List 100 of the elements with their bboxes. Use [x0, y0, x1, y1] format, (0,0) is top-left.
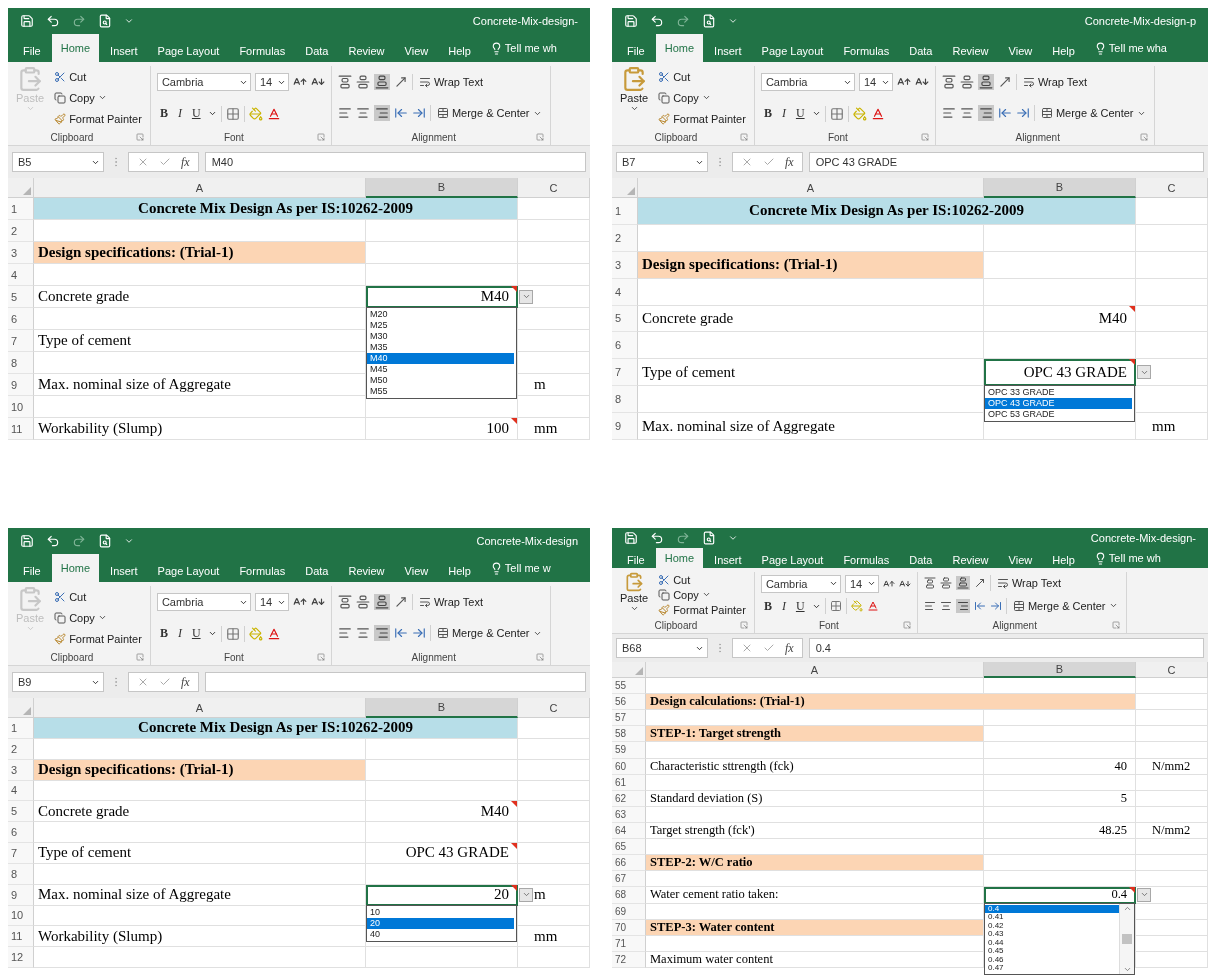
name-box[interactable]: B68	[616, 638, 708, 658]
ribbon-tab[interactable]: Data	[296, 559, 338, 582]
font-name-select[interactable]: Cambria	[760, 73, 855, 92]
align-bottom-button[interactable]	[373, 73, 390, 90]
ribbon-tab[interactable]: Review	[943, 552, 998, 568]
ribbon-tab[interactable]: Page Layout	[752, 39, 833, 62]
ribbon-tab[interactable]: Help	[439, 559, 480, 582]
ribbon-tab[interactable]: Formulas	[834, 39, 899, 62]
bold-button[interactable]: B	[760, 106, 775, 122]
dialog-launcher-icon[interactable]	[135, 653, 144, 661]
dropdown-option[interactable]: 0.4	[985, 904, 1119, 914]
align-center-icon[interactable]	[355, 626, 370, 641]
underline-button[interactable]: U	[792, 598, 808, 614]
ribbon-tab[interactable]: Page Layout	[752, 552, 833, 568]
format-painter-button[interactable]: Format Painter	[656, 112, 748, 125]
ribbon-tab[interactable]: File	[618, 552, 654, 568]
underline-button[interactable]: U	[188, 106, 204, 122]
ribbon-tab[interactable]: Home	[655, 34, 704, 62]
ribbon-tab[interactable]: Data	[296, 39, 338, 62]
column-header[interactable]: B	[984, 662, 1136, 678]
align-left-icon[interactable]	[923, 599, 936, 612]
align-left-icon[interactable]	[337, 106, 352, 121]
align-left-icon[interactable]	[941, 106, 956, 121]
dropdown-option[interactable]: M25	[367, 320, 514, 331]
ribbon-tab[interactable]: Review	[943, 39, 998, 62]
font-name-select[interactable]: Cambria	[760, 574, 841, 593]
enter-icon[interactable]	[159, 676, 171, 688]
format-painter-button[interactable]: Format Painter	[52, 632, 144, 645]
column-header[interactable]: C	[1136, 662, 1208, 678]
dialog-launcher-icon[interactable]	[135, 133, 144, 141]
column-header[interactable]: B	[366, 698, 518, 718]
print-preview-icon[interactable]	[98, 534, 112, 548]
redo-icon[interactable]	[72, 534, 86, 548]
customize-caret-icon[interactable]	[124, 16, 134, 26]
ribbon-tab[interactable]: Formulas	[230, 559, 295, 582]
dropdown-option[interactable]: M45	[367, 364, 514, 375]
dropdown-option[interactable]: 0.46	[985, 955, 1119, 965]
font-color-icon[interactable]	[870, 106, 885, 121]
dropdown-button[interactable]	[1137, 365, 1151, 380]
dropdown-option[interactable]: M20	[367, 309, 514, 320]
ribbon-tab[interactable]: View	[395, 39, 438, 62]
align-top-icon[interactable]	[941, 74, 956, 89]
align-left-icon[interactable]	[337, 626, 352, 641]
dropdown-option[interactable]: 0.41	[985, 913, 1119, 922]
align-top-icon[interactable]	[337, 74, 352, 89]
redo-icon[interactable]	[676, 531, 690, 545]
align-bottom-button[interactable]	[977, 73, 994, 90]
align-middle-icon[interactable]	[959, 74, 974, 89]
orientation-icon[interactable]	[973, 577, 986, 590]
save-icon[interactable]	[20, 534, 34, 548]
formula-bar[interactable]: 0.4	[808, 638, 1204, 658]
font-name-select[interactable]: Cambria	[156, 593, 251, 612]
align-center-icon[interactable]	[355, 106, 370, 121]
ribbon-tab[interactable]: Insert	[101, 39, 147, 62]
name-box[interactable]: B9	[12, 672, 104, 692]
ribbon-tab[interactable]: Help	[1043, 552, 1084, 568]
ribbon-tab[interactable]: Insert	[101, 559, 147, 582]
dropdown-option[interactable]: 0.42	[985, 921, 1119, 931]
undo-icon[interactable]	[650, 531, 664, 545]
dialog-launcher-icon[interactable]	[535, 133, 544, 141]
save-icon[interactable]	[624, 14, 638, 28]
increase-indent-icon[interactable]	[411, 626, 426, 641]
column-header[interactable]: A	[638, 178, 984, 198]
decrease-indent-icon[interactable]	[393, 106, 408, 121]
dropdown-option[interactable]: OPC 53 GRADE	[985, 409, 1132, 421]
orientation-icon[interactable]	[997, 74, 1012, 89]
cut-button[interactable]: Cut	[656, 70, 748, 83]
shrink-font-icon[interactable]	[898, 577, 911, 590]
name-box[interactable]: B7	[616, 152, 708, 172]
decrease-indent-icon[interactable]	[997, 106, 1012, 121]
fill-color-icon[interactable]	[852, 106, 867, 121]
cut-button[interactable]: Cut	[52, 70, 144, 83]
italic-button[interactable]: I	[174, 626, 185, 642]
dialog-launcher-icon[interactable]	[535, 653, 544, 661]
dropdown-option[interactable]: 0.45	[985, 947, 1119, 956]
copy-button[interactable]: Copy	[656, 588, 748, 601]
bold-button[interactable]: B	[156, 626, 171, 642]
font-size-select[interactable]: 14	[858, 73, 893, 92]
dialog-launcher-icon[interactable]	[1139, 133, 1148, 141]
align-center-icon[interactable]	[939, 599, 952, 612]
fill-color-icon[interactable]	[248, 626, 263, 641]
column-header[interactable]: B	[366, 178, 518, 198]
ribbon-tab[interactable]: Page Layout	[148, 39, 229, 62]
dropdown-option[interactable]: M35	[367, 342, 514, 353]
cancel-icon[interactable]	[741, 642, 753, 654]
enter-icon[interactable]	[763, 642, 775, 654]
ribbon-tab[interactable]: Insert	[705, 39, 751, 62]
font-color-icon[interactable]	[266, 626, 281, 641]
align-top-icon[interactable]	[337, 594, 352, 609]
dialog-launcher-icon[interactable]	[739, 621, 748, 629]
dropdown-option[interactable]: 0.43	[985, 930, 1119, 939]
borders-icon[interactable]	[829, 106, 844, 121]
borders-icon[interactable]	[829, 600, 842, 613]
dialog-launcher-icon[interactable]	[902, 621, 911, 629]
fill-color-icon[interactable]	[248, 106, 263, 121]
insert-function-button[interactable]: fx	[785, 640, 794, 656]
dropdown-option[interactable]: M55	[367, 386, 514, 397]
tell-me-search[interactable]: Tell me w	[504, 562, 551, 574]
ribbon-tab[interactable]: Home	[51, 554, 100, 582]
ribbon-tab[interactable]: Help	[1043, 39, 1084, 62]
